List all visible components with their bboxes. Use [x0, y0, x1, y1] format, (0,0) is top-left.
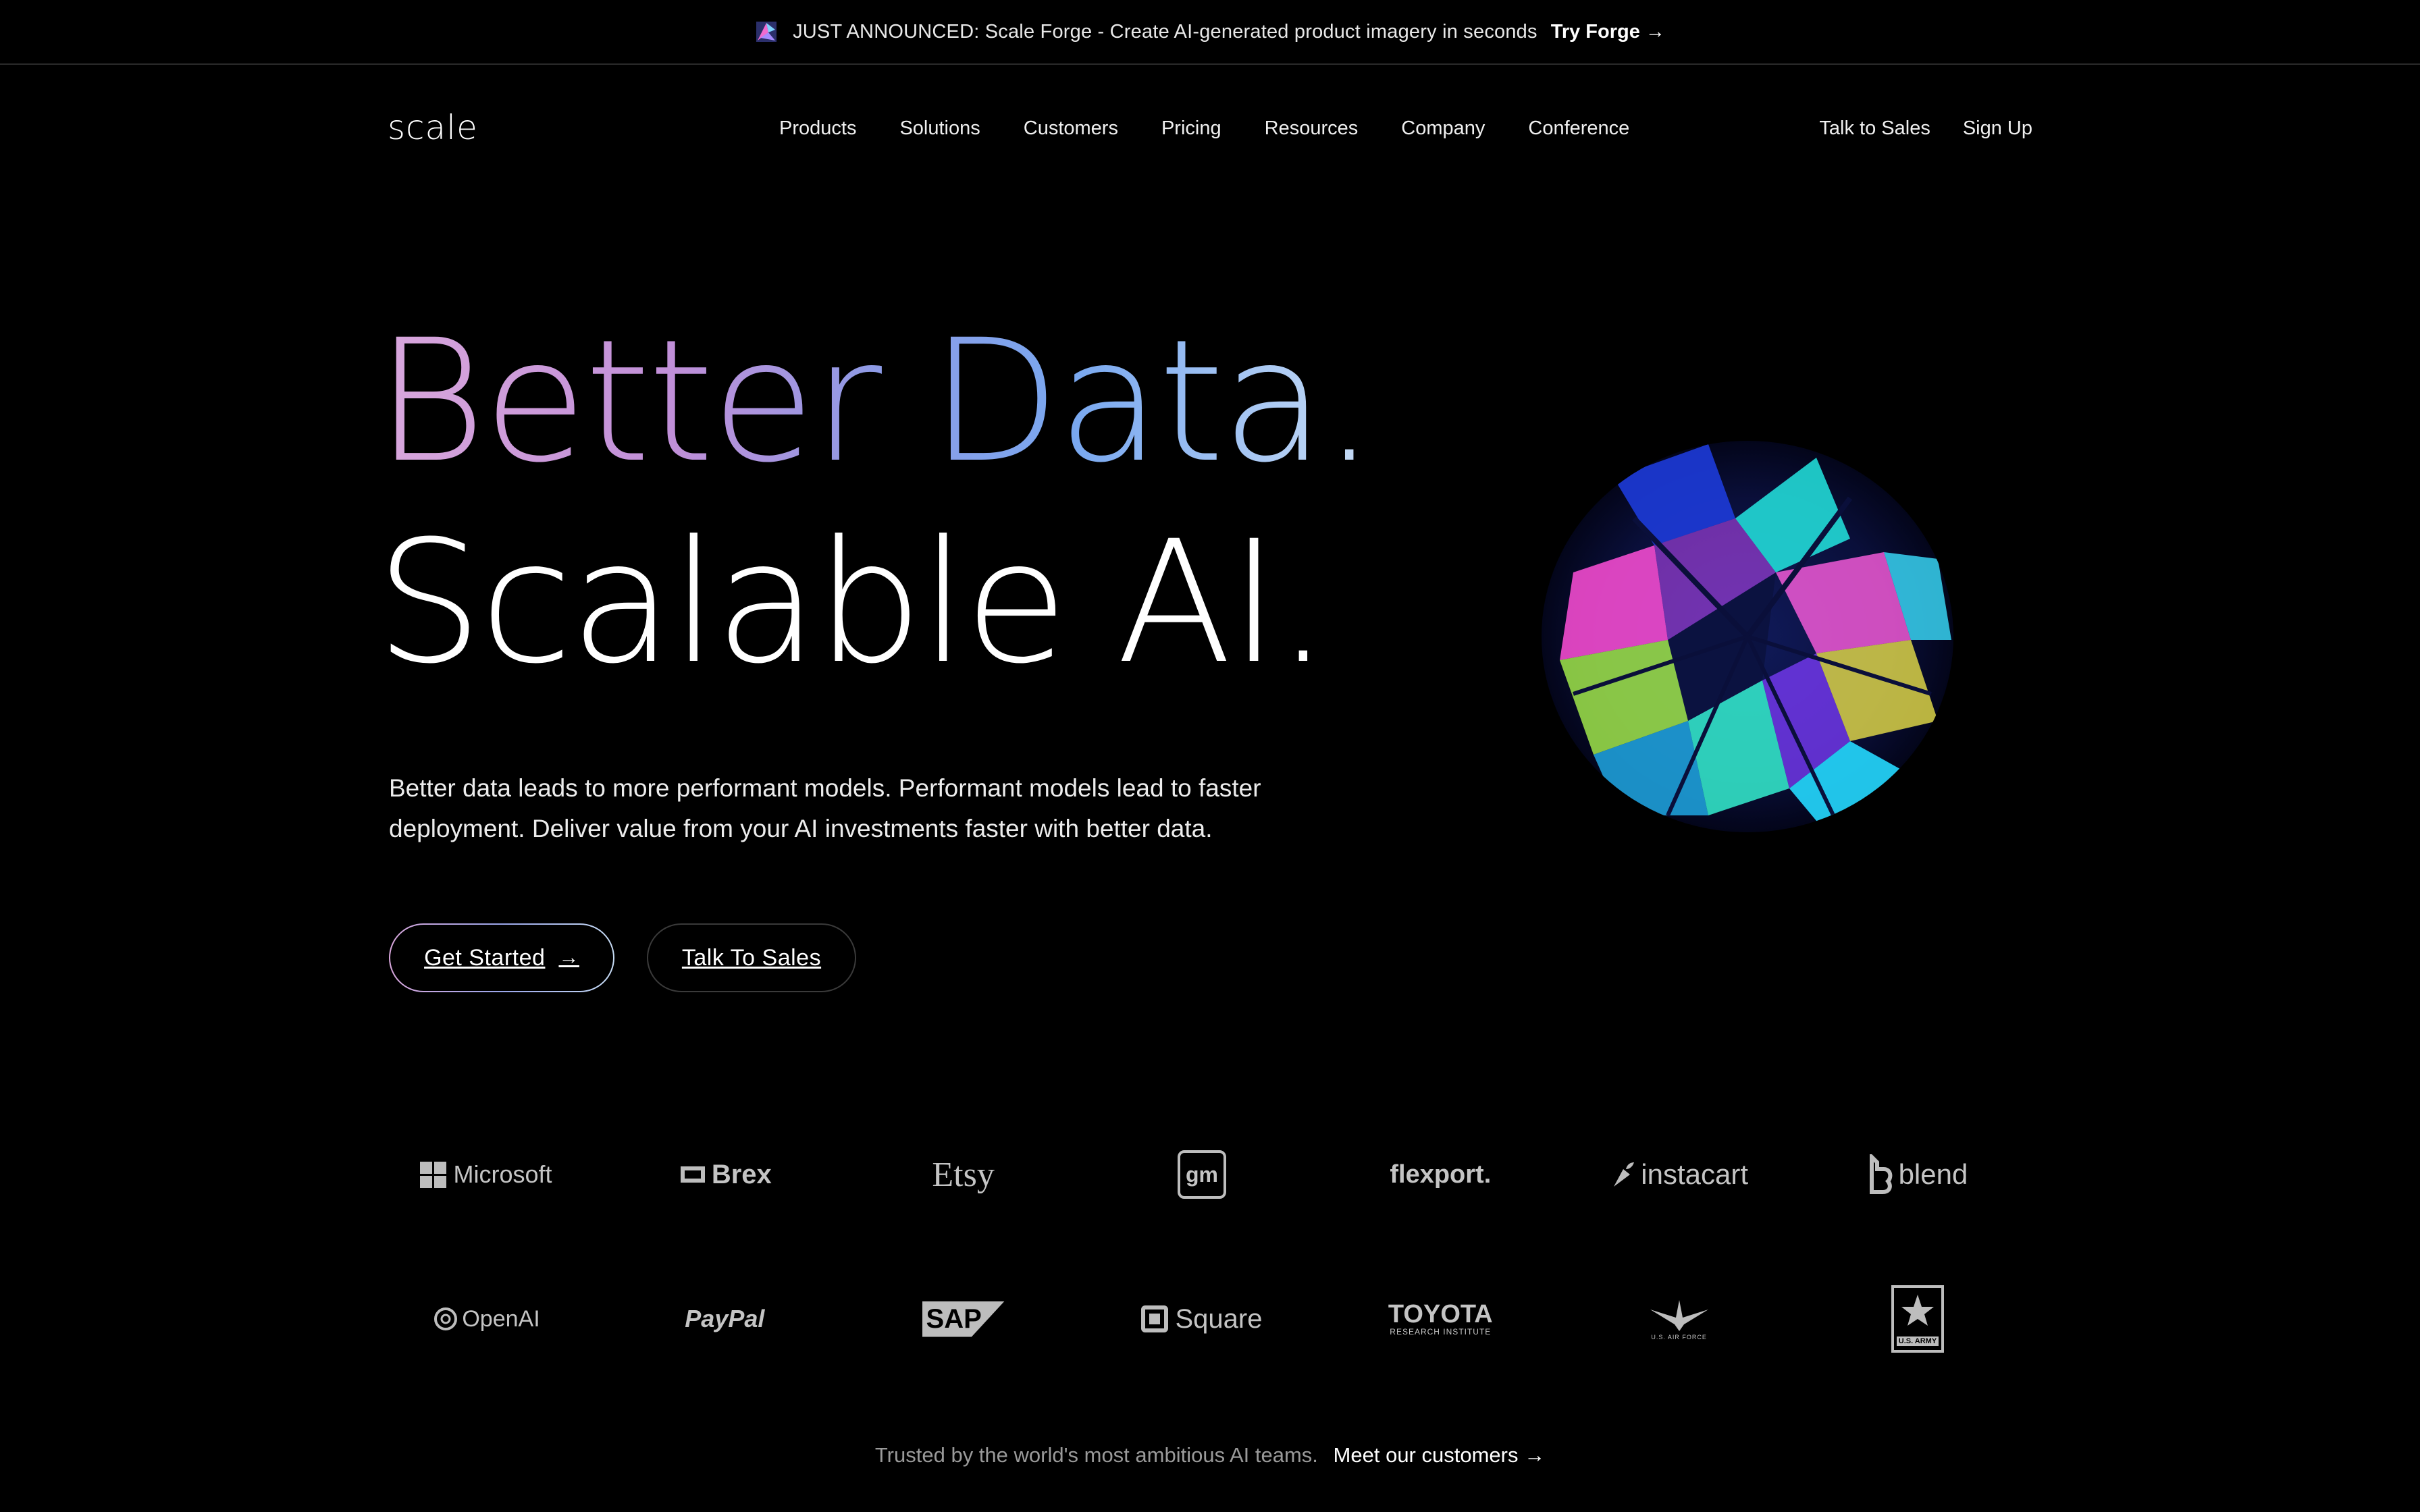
brex-logo: Brex	[616, 1160, 833, 1190]
logo-row-2: OpenAI PayPal SAP Square TOYOTA RESEARCH…	[378, 1285, 2026, 1353]
gm-label: gm	[1185, 1162, 1218, 1187]
hero-subtitle: Better data leads to more performant mod…	[389, 774, 1261, 842]
main-nav: Products Solutions Customers Pricing Res…	[779, 117, 1673, 140]
talk-to-sales-button[interactable]: Talk To Sales	[647, 923, 856, 992]
brex-label: Brex	[711, 1159, 772, 1189]
paypal-logo: PayPal	[616, 1305, 833, 1333]
instacart-logo: instacart	[1571, 1158, 1787, 1191]
meet-customers-link[interactable]: Meet our customers →	[1334, 1443, 1546, 1467]
us-army-logo: U.S. ARMY	[1810, 1285, 2026, 1353]
announcement-text: JUST ANNOUNCED: Scale Forge - Create AI-…	[793, 20, 1537, 43]
nav-pricing[interactable]: Pricing	[1161, 117, 1221, 140]
get-started-label: Get Started	[424, 944, 546, 971]
sparkle-icon	[755, 20, 778, 43]
instacart-label: instacart	[1641, 1158, 1748, 1190]
sap-label: SAP	[926, 1303, 982, 1334]
blend-label: blend	[1898, 1158, 1968, 1190]
air-force-label: U.S. AIR FORCE	[1651, 1334, 1707, 1341]
logo-row-1: Microsoft Brex Etsy gm flexport. instaca…	[378, 1141, 2026, 1208]
toyota-label: TOYOTA	[1388, 1300, 1493, 1328]
nav-solutions[interactable]: Solutions	[899, 117, 980, 140]
microsoft-label: Microsoft	[453, 1160, 552, 1188]
flexport-logo: flexport.	[1332, 1160, 1548, 1189]
square-label: Square	[1175, 1303, 1263, 1334]
iridescent-orb-graphic	[1533, 437, 1958, 842]
etsy-label: Etsy	[932, 1155, 995, 1194]
nav-conference[interactable]: Conference	[1528, 117, 1629, 140]
blend-mark-icon	[1869, 1154, 1892, 1194]
microsoft-grid-icon	[420, 1161, 447, 1188]
square-logo: Square	[1094, 1304, 1310, 1334]
toyota-sub-label: RESEARCH INSTITUTE	[1390, 1327, 1492, 1336]
announcement-bar: JUST ANNOUNCED: Scale Forge - Create AI-…	[0, 0, 2420, 65]
nav-customers[interactable]: Customers	[1024, 117, 1118, 140]
carrot-icon	[1614, 1162, 1635, 1187]
customer-logos: Microsoft Brex Etsy gm flexport. instaca…	[378, 1141, 2026, 1430]
microsoft-logo: Microsoft	[378, 1160, 594, 1189]
talk-to-sales-link[interactable]: Talk to Sales	[1819, 117, 1930, 140]
toyota-research-logo: TOYOTA RESEARCH INSTITUTE	[1332, 1301, 1548, 1336]
nav-company[interactable]: Company	[1401, 117, 1485, 140]
blend-logo: blend	[1810, 1154, 2026, 1195]
header-actions: Talk to Sales Sign Up	[1787, 117, 2032, 140]
get-started-button[interactable]: Get Started →	[389, 923, 614, 992]
us-air-force-logo: U.S. AIR FORCE	[1571, 1297, 1787, 1341]
army-label: U.S. ARMY	[1896, 1336, 1939, 1346]
trusted-by-text: Trusted by the world's most ambitious AI…	[0, 1443, 2420, 1467]
air-force-wings-icon	[1650, 1300, 1708, 1331]
scale-logo[interactable]: scale	[388, 108, 478, 147]
talk-to-sales-label: Talk To Sales	[681, 944, 822, 971]
flexport-label: flexport.	[1390, 1160, 1492, 1189]
openai-mark-icon	[434, 1307, 458, 1330]
brex-mark-icon	[680, 1166, 705, 1183]
openai-label: OpenAI	[462, 1305, 540, 1332]
army-star-icon	[1901, 1295, 1934, 1326]
paypal-label: PayPal	[685, 1305, 765, 1332]
nav-products[interactable]: Products	[779, 117, 856, 140]
sign-up-link[interactable]: Sign Up	[1963, 117, 2032, 140]
etsy-logo: Etsy	[856, 1155, 1072, 1195]
sap-logo: SAP	[856, 1301, 1072, 1337]
trusted-label: Trusted by the world's most ambitious AI…	[874, 1443, 1318, 1467]
hero-headline-line2: Scalable AI.	[375, 504, 1330, 701]
arrow-right-icon: →	[558, 946, 579, 969]
try-forge-link[interactable]: Try Forge →	[1551, 21, 1665, 43]
nav-resources[interactable]: Resources	[1265, 117, 1359, 140]
hero-headline-line1: Better Data.	[375, 303, 1376, 500]
gm-logo: gm	[1094, 1150, 1310, 1199]
openai-logo: OpenAI	[378, 1305, 594, 1332]
